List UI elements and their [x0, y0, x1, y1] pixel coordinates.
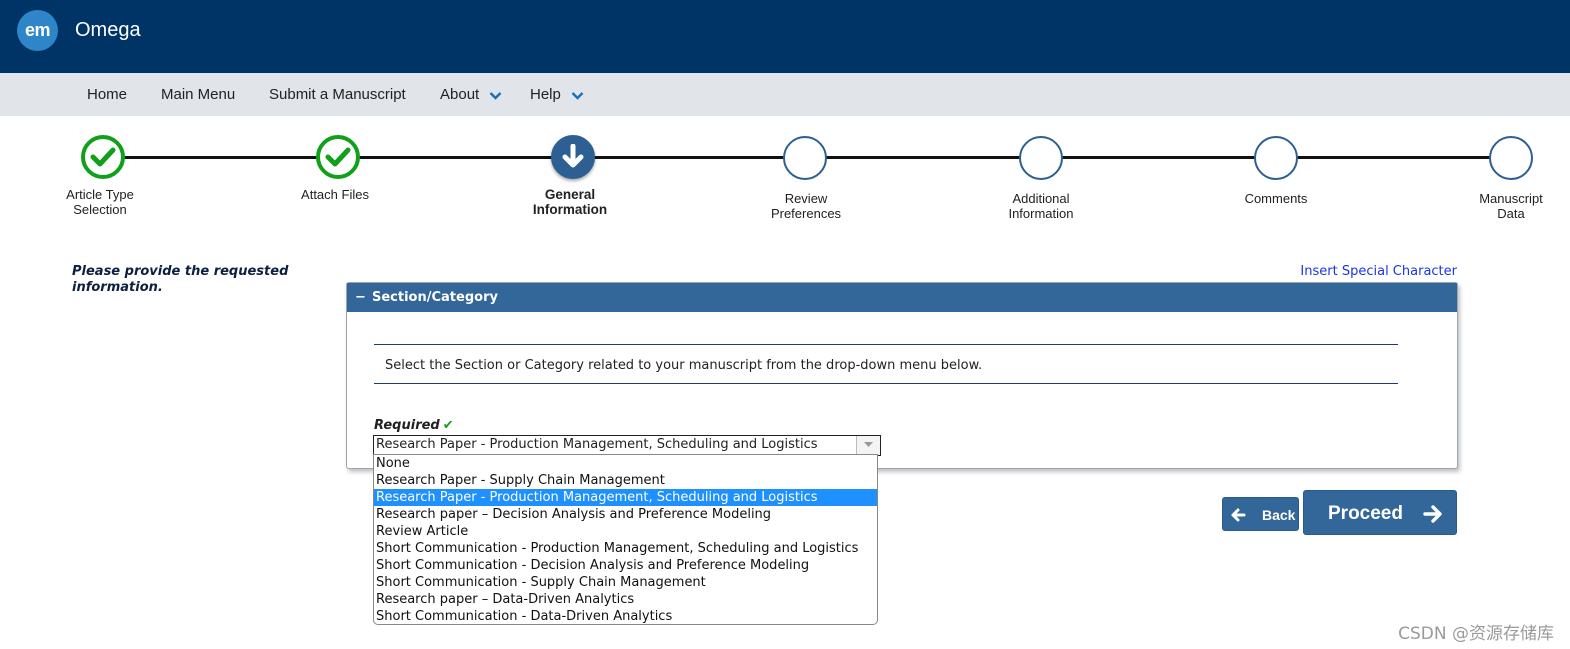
back-button[interactable]: Back [1222, 497, 1299, 531]
step-1-complete [81, 135, 125, 179]
check-icon [90, 147, 116, 167]
chevron-down-icon [489, 87, 502, 104]
dropdown-option[interactable]: Short Communication - Supply Chain Manag… [374, 574, 877, 591]
instruction-text: Select the Section or Category related t… [385, 358, 983, 373]
step-6-pending [1254, 136, 1298, 180]
dropdown-option[interactable]: None [374, 455, 877, 472]
arrow-left-icon [1231, 508, 1246, 522]
step-label-manuscript-data: Manuscript Data [1479, 191, 1543, 221]
step-label-general-info: General Information [532, 187, 608, 217]
app-name: Omega [75, 19, 141, 41]
dropdown-option[interactable]: Research paper – Decision Analysis and P… [374, 506, 877, 523]
nav-home[interactable]: Home [87, 86, 127, 103]
nav-help[interactable]: Help [530, 86, 584, 104]
proceed-button-label: Proceed [1328, 503, 1403, 524]
section-category-select[interactable]: Research Paper - Production Management, … [373, 435, 881, 456]
arrow-down-icon [562, 144, 584, 168]
dropdown-option-selected[interactable]: Research Paper - Production Management, … [374, 489, 877, 506]
required-text: Required [374, 418, 440, 433]
nav-submit-manuscript[interactable]: Submit a Manuscript [269, 86, 406, 103]
section-category-panel: − Section/Category Select the Section or … [346, 282, 1458, 469]
divider [374, 383, 1398, 384]
dropdown-arrow-icon[interactable] [856, 436, 880, 454]
divider [374, 344, 1398, 345]
required-label: Required ✔ [374, 418, 454, 433]
step-label-review-preferences: Review Preferences [770, 191, 842, 221]
collapse-icon[interactable]: − [355, 283, 366, 312]
proceed-button[interactable]: Proceed [1303, 490, 1457, 535]
dropdown-option[interactable]: Short Communication - Production Managem… [374, 540, 877, 557]
watermark-text: CSDN @资源存储库 [1398, 624, 1554, 644]
dropdown-option[interactable]: Review Article [374, 523, 877, 540]
step-label-attach-files: Attach Files [301, 187, 369, 202]
nav-submit-label: Submit a Manuscript [269, 86, 406, 103]
dropdown-option[interactable]: Research Paper - Supply Chain Management [374, 472, 877, 489]
step-7-pending [1489, 136, 1533, 180]
section-category-options: None Research Paper - Supply Chain Manag… [373, 454, 878, 625]
step-label-article-type: Article Type Selection [66, 187, 134, 217]
main-nav: Home Main Menu Submit a Manuscript About… [0, 73, 1570, 116]
step-4-pending [783, 136, 827, 180]
panel-title: Section/Category [372, 290, 498, 305]
nav-main-menu[interactable]: Main Menu [161, 86, 235, 103]
page-prompt: Please provide the requested information… [72, 264, 289, 295]
chevron-down-icon [571, 87, 584, 104]
arrow-right-icon [1423, 505, 1442, 523]
step-label-comments: Comments [1244, 191, 1308, 206]
step-2-complete [316, 135, 360, 179]
select-current-value: Research Paper - Production Management, … [376, 437, 818, 452]
back-button-label: Back [1262, 507, 1296, 523]
dropdown-option[interactable]: Research paper – Data-Driven Analytics [374, 591, 877, 608]
nav-main-menu-label: Main Menu [161, 86, 236, 103]
nav-about[interactable]: About [440, 86, 502, 104]
step-5-pending [1019, 136, 1063, 180]
nav-home-label: Home [87, 86, 128, 103]
em-logo[interactable]: em [17, 10, 58, 51]
dropdown-option[interactable]: Short Communication - Data-Driven Analyt… [374, 608, 877, 624]
top-header-bar: em Omega [0, 0, 1570, 73]
panel-header[interactable]: − Section/Category [347, 283, 1457, 312]
nav-help-label: Help [530, 86, 561, 103]
check-icon [325, 147, 351, 167]
dropdown-option[interactable]: Short Communication - Decision Analysis … [374, 557, 877, 574]
check-icon: ✔ [442, 418, 454, 433]
insert-special-character-link[interactable]: Insert Special Character [1300, 264, 1457, 279]
step-3-current [551, 135, 595, 179]
step-label-additional-info: Additional Information [1008, 191, 1074, 221]
nav-about-label: About [440, 86, 480, 103]
